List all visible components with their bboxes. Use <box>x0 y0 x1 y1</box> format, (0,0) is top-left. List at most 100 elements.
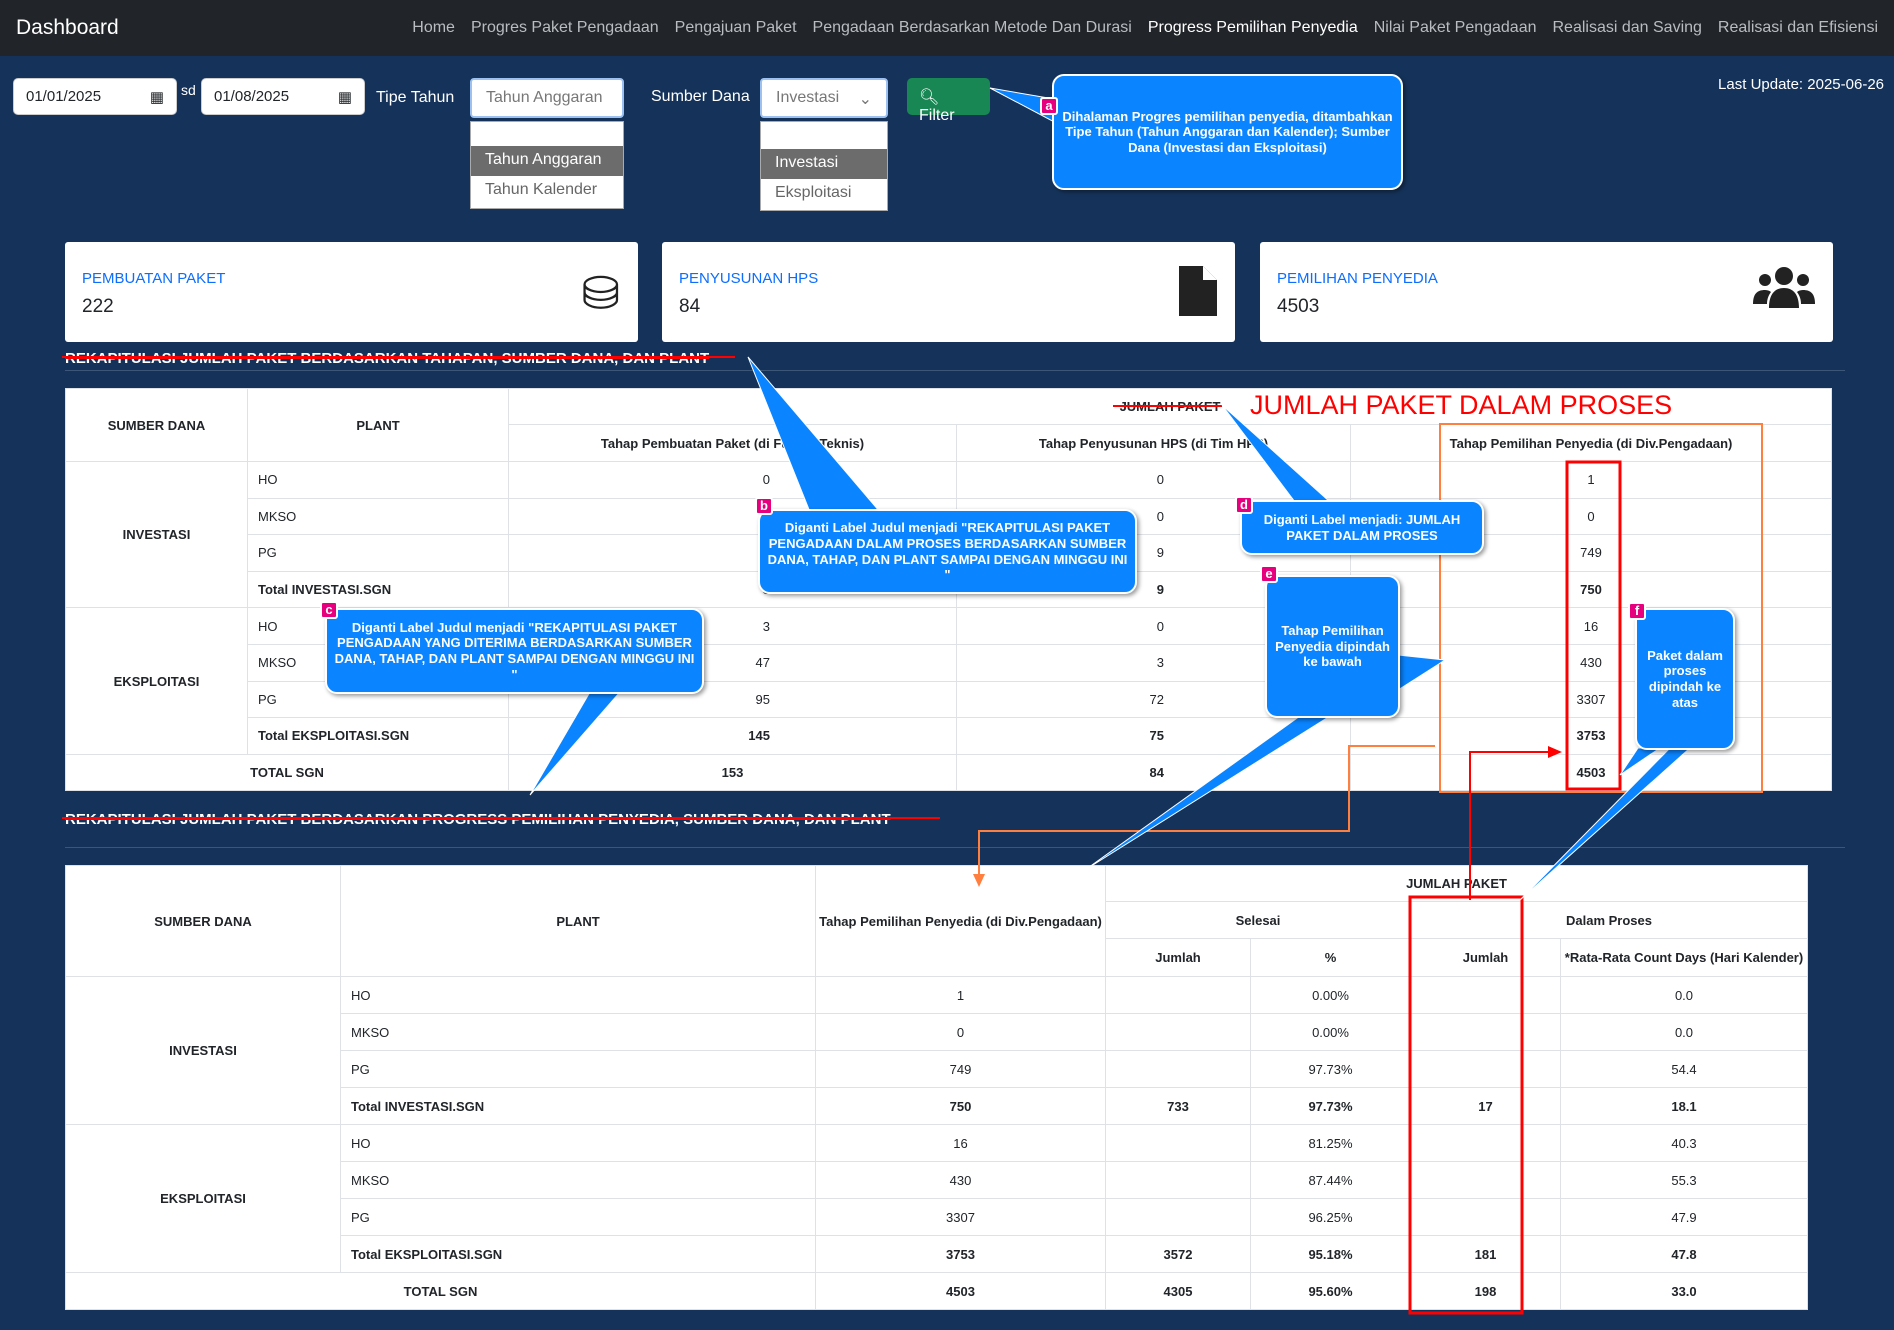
callout-e: Tahap Pemilihan Penyedia dipindah ke baw… <box>1265 575 1400 718</box>
value-cell: 3753 <box>815 1235 1106 1273</box>
value-cell <box>1105 1161 1251 1199</box>
tipe-tahun-label: Tipe Tahun <box>376 89 455 106</box>
value-cell: 0.00% <box>1250 1013 1411 1051</box>
th-sumber-dana: SUMBER DANA <box>65 388 248 462</box>
value-cell <box>1105 1013 1251 1051</box>
tipe-tahun-select[interactable]: Tahun Anggaran <box>470 78 624 118</box>
table1-title: REKAPITULASI JUMLAH PAKET BERDASARKAN TA… <box>65 350 710 367</box>
plant-cell: Total INVESTASI.SGN <box>340 1087 816 1125</box>
total-value: 4503 <box>815 1272 1106 1310</box>
callout-b: Diganti Label Judul menjadi "REKAPITULAS… <box>758 509 1137 594</box>
card-title: PEMBUATAN PAKET <box>82 270 226 287</box>
sumber-dana-value: Investasi <box>776 89 840 106</box>
value-cell: 733 <box>1105 1087 1251 1125</box>
callout-text: Dihalaman Progres pemilihan penyedia, di… <box>1062 108 1393 155</box>
divider <box>65 370 1845 371</box>
callout-badge-e: e <box>1260 565 1278 583</box>
total-value: 95.60% <box>1250 1272 1411 1310</box>
red-label-jumlah-proses: JUMLAH PAKET DALAM PROSES <box>1250 390 1673 420</box>
total-label: TOTAL SGN <box>65 1272 816 1310</box>
nav-item[interactable]: Nilai Paket Pengadaan <box>1374 19 1537 36</box>
value-cell: 17 <box>1410 1087 1561 1125</box>
plant-cell: HO <box>340 1124 816 1162</box>
brand[interactable]: Dashboard <box>16 16 396 40</box>
nav-item[interactable]: Realisasi dan Efisiensi <box>1718 19 1878 36</box>
th-tahap-hps: Tahap Penyusunan HPS (di Tim HPS) <box>956 424 1351 462</box>
total-value: 4503 <box>1350 753 1832 792</box>
date-from-input[interactable]: 01/01/2025 ▦ <box>13 78 177 115</box>
callout-text: Diganti Label menjadi: JUMLAH PAKET DALA… <box>1263 511 1461 543</box>
nav-item[interactable]: Pengajuan Paket <box>675 19 797 36</box>
callout-a: Dihalaman Progres pemilihan penyedia, di… <box>1052 74 1403 190</box>
th-proses-jumlah: Jumlah <box>1410 938 1561 977</box>
nav-item[interactable]: Progres Paket Pengadaan <box>471 19 659 36</box>
th-selesai-persen: % <box>1250 938 1411 977</box>
callout-badge-c: c <box>320 601 338 619</box>
calendar-icon[interactable]: ▦ <box>338 88 352 106</box>
value-cell: 0.00% <box>1250 976 1411 1014</box>
callout-badge-b: b <box>755 497 773 515</box>
value-cell: 181 <box>1410 1235 1561 1273</box>
value-cell <box>1105 1050 1251 1088</box>
sumber-dana-select[interactable]: Investasi ⌄ <box>760 78 888 118</box>
calendar-icon[interactable]: ▦ <box>150 88 164 106</box>
date-to-input[interactable]: 01/08/2025 ▦ <box>201 78 365 115</box>
option-investasi[interactable]: Investasi <box>761 149 887 179</box>
value-cell <box>1105 1124 1251 1162</box>
plant-cell: Total EKSPLOITASI.SGN <box>247 717 509 755</box>
total-value: 84 <box>956 753 1351 792</box>
option-eksploitasi[interactable]: Eksploitasi <box>761 179 887 209</box>
value-cell: 750 <box>815 1087 1106 1125</box>
last-update: Last Update: 2025-06-26 <box>1718 76 1884 93</box>
value-cell <box>1410 1124 1561 1162</box>
th-dalam-proses: Dalam Proses <box>1410 901 1808 939</box>
table2-title: REKAPITULASI JUMLAH PAKET BERDASARKAN PR… <box>65 811 891 828</box>
value-cell: 16 <box>1350 607 1832 645</box>
th-sumber-dana: SUMBER DANA <box>65 865 341 977</box>
filter-button[interactable]: 🔍︎ Filter <box>907 78 990 124</box>
total-value: 153 <box>508 753 957 792</box>
value-cell: 145 <box>508 717 957 755</box>
nav-menu: Home Progres Paket Pengadaan Pengajuan Pak… <box>396 19 1878 37</box>
total-label: TOTAL SGN <box>65 753 509 792</box>
plant-cell: PG <box>247 534 509 572</box>
group-label: EKSPLOITASI <box>65 1124 341 1273</box>
filter-label: Filter <box>919 107 955 124</box>
value-cell <box>1410 976 1561 1014</box>
plant-cell: HO <box>340 976 816 1014</box>
plant-cell: Total INVESTASI.SGN <box>247 570 509 609</box>
callout-badge-a: a <box>1040 97 1058 115</box>
callout-d: Diganti Label menjadi: JUMLAH PAKET DALA… <box>1240 500 1484 555</box>
plant-cell: MKSO <box>340 1013 816 1051</box>
date-from-value: 01/01/2025 <box>26 88 102 105</box>
value-cell <box>1105 976 1251 1014</box>
sumber-dana-label: Sumber Dana <box>651 88 750 105</box>
th-jumlah-paket: JUMLAH PAKET <box>1105 865 1808 902</box>
card-pemilihan-penyedia: PEMILIHAN PENYEDIA 4503 <box>1260 242 1833 342</box>
option-tahun-anggaran[interactable]: Tahun Anggaran <box>471 146 623 176</box>
option-tahun-kalender[interactable]: Tahun Kalender <box>471 176 623 206</box>
plant-cell: PG <box>340 1198 816 1236</box>
group-label: INVESTASI <box>65 460 248 609</box>
nav-item[interactable]: Pengadaan Berdasarkan Metode Dan Durasi <box>813 19 1132 36</box>
value-cell: 0.0 <box>1560 1013 1808 1051</box>
table-row: EKSPLOITASI HO 16 81.25% 40.3 <box>65 1124 1808 1273</box>
card-penyusunan-hps: PENYUSUNAN HPS 84 <box>662 242 1235 342</box>
th-tahap-pemilihan: Tahap Pemilihan Penyedia (di Div.Pengada… <box>815 865 1106 977</box>
group-label: INVESTASI <box>65 976 341 1125</box>
file-icon <box>1179 266 1217 327</box>
table-row: INVESTASI HO 1 0.00% 0.0 <box>65 976 1808 1125</box>
nav-item[interactable]: Realisasi dan Saving <box>1553 19 1702 36</box>
nav-item[interactable]: Home <box>412 19 455 36</box>
th-tahap-pemilihan: Tahap Pemilihan Penyedia (di Div.Pengada… <box>1350 424 1832 462</box>
value-cell: 81.25% <box>1250 1124 1411 1162</box>
value-cell: 749 <box>815 1050 1106 1088</box>
th-tahap-pembuatan: Tahap Pembuatan Paket (di Fungsi Teknis) <box>508 424 957 462</box>
total-value: 198 <box>1410 1272 1561 1310</box>
value-cell: 97.73% <box>1250 1050 1411 1088</box>
value-cell: 18.1 <box>1560 1087 1808 1125</box>
th-plant: PLANT <box>247 388 509 462</box>
callout-f: Paket dalam proses dipindah ke atas <box>1635 608 1735 750</box>
card-value: 222 <box>82 296 114 317</box>
nav-item[interactable]: Progress Pemilihan Penyedia <box>1148 19 1358 36</box>
